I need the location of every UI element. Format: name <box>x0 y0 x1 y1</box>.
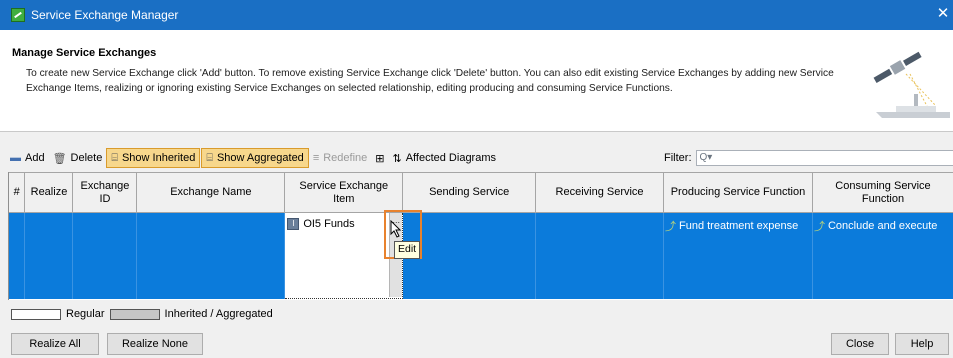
inherited-swatch <box>109 308 160 320</box>
cell-number[interactable] <box>9 212 26 299</box>
toolbar: ▬ Add 🗑 Delete ⌸ Show Inherited ⌸ Show A… <box>0 147 953 169</box>
column-header-receiving-service[interactable]: Receiving Service <box>535 172 664 213</box>
close-button[interactable]: Close <box>831 333 889 355</box>
cell-exchange-id[interactable] <box>72 212 138 299</box>
mouse-cursor-icon <box>390 220 402 238</box>
app-icon <box>11 8 25 22</box>
function-icon: ⤴ <box>813 221 825 233</box>
edit-tooltip: Edit <box>394 241 421 259</box>
cell-receiving-service[interactable] <box>535 212 664 299</box>
dialog-header: Manage Service Exchanges To create new S… <box>0 30 953 132</box>
item-label: OI5 Funds <box>303 218 355 230</box>
hierarchy-button[interactable]: ⊞ <box>371 148 388 168</box>
header-row: # Realize Exchange ID Exchange Name Serv… <box>9 172 953 213</box>
sort-icon: ⇅ <box>392 152 402 165</box>
column-header-service-exchange-item[interactable]: Service Exchange Item <box>284 172 404 213</box>
column-header-sending-service[interactable]: Sending Service <box>402 172 537 213</box>
title-bar: Service Exchange Manager ✕ <box>0 0 953 30</box>
consuming-function-label: Conclude and execute <box>827 220 938 232</box>
function-icon: ⤴ <box>664 221 676 233</box>
affected-diagrams-button[interactable]: ⇅ Affected Diagrams <box>389 148 501 168</box>
header-description: To create new Service Exchange click 'Ad… <box>26 68 834 94</box>
filter-group: Filter: Q▾ <box>664 147 953 169</box>
legend: Regular Inherited / Aggregated <box>11 306 278 322</box>
redefine-button[interactable]: ≡ Redefine <box>309 148 371 168</box>
filter-label: Filter: <box>664 152 692 164</box>
close-icon[interactable]: ✕ <box>935 6 951 22</box>
show-inherited-label: Show Inherited <box>121 152 196 164</box>
redefine-icon: ≡ <box>312 152 320 164</box>
add-label: Add <box>25 152 45 164</box>
help-button[interactable]: Help <box>895 333 949 355</box>
trash-icon: 🗑 <box>52 152 67 165</box>
add-button[interactable]: ▬ Add <box>6 148 49 168</box>
redefine-label: Redefine <box>323 152 368 164</box>
window-title: Service Exchange Manager <box>31 8 179 22</box>
satellite-illustration-icon <box>873 51 950 118</box>
producing-function-item: ⤴ Fund treatment expense <box>664 218 811 234</box>
inherited-icon: ⌸ <box>111 151 118 164</box>
aggregated-icon: ⌸ <box>206 151 213 164</box>
column-header-realize[interactable]: Realize <box>24 172 74 213</box>
show-aggregated-button[interactable]: ⌸ Show Aggregated <box>201 148 309 168</box>
producing-function-label: Fund treatment expense <box>678 220 799 232</box>
service-exchange-table: # Realize Exchange ID Exchange Name Serv… <box>8 172 953 300</box>
column-header-consuming-function[interactable]: Consuming Service Function <box>812 172 953 213</box>
add-icon: ▬ <box>10 152 21 164</box>
cell-sending-service[interactable] <box>402 212 537 299</box>
cell-producing-function[interactable]: ⤴ Fund treatment expense <box>663 212 813 299</box>
column-header-exchange-name[interactable]: Exchange Name <box>136 172 286 213</box>
delete-button[interactable]: 🗑 Delete <box>49 148 107 168</box>
realize-all-button[interactable]: Realize All <box>11 333 99 355</box>
show-inherited-button[interactable]: ⌸ Show Inherited <box>106 148 201 168</box>
column-header-producing-function[interactable]: Producing Service Function <box>663 172 813 213</box>
header-title: Manage Service Exchanges <box>12 47 157 59</box>
consuming-function-item: ⤴ Conclude and execute <box>814 218 953 234</box>
regular-legend-label: Regular <box>66 308 105 320</box>
show-aggregated-label: Show Aggregated <box>216 152 304 164</box>
cell-exchange-name[interactable] <box>136 212 286 299</box>
filter-input[interactable]: Q▾ <box>695 150 953 166</box>
hierarchy-icon: ⊞ <box>375 152 385 165</box>
table-row[interactable]: I OI5 Funds ... ⤴ Fund treatment expense… <box>9 212 953 299</box>
affected-diagrams-label: Affected Diagrams <box>405 152 497 164</box>
information-item-icon: I <box>287 218 300 230</box>
regular-swatch <box>11 308 61 320</box>
cell-consuming-function[interactable]: ⤴ Conclude and execute <box>812 212 953 299</box>
column-header-number[interactable]: # <box>9 172 26 213</box>
cell-realize[interactable] <box>24 212 74 299</box>
column-header-exchange-id[interactable]: Exchange ID <box>72 172 138 213</box>
inherited-legend-label: Inherited / Aggregated <box>164 308 273 320</box>
delete-label: Delete <box>70 152 103 164</box>
realize-none-button[interactable]: Realize None <box>107 333 203 355</box>
